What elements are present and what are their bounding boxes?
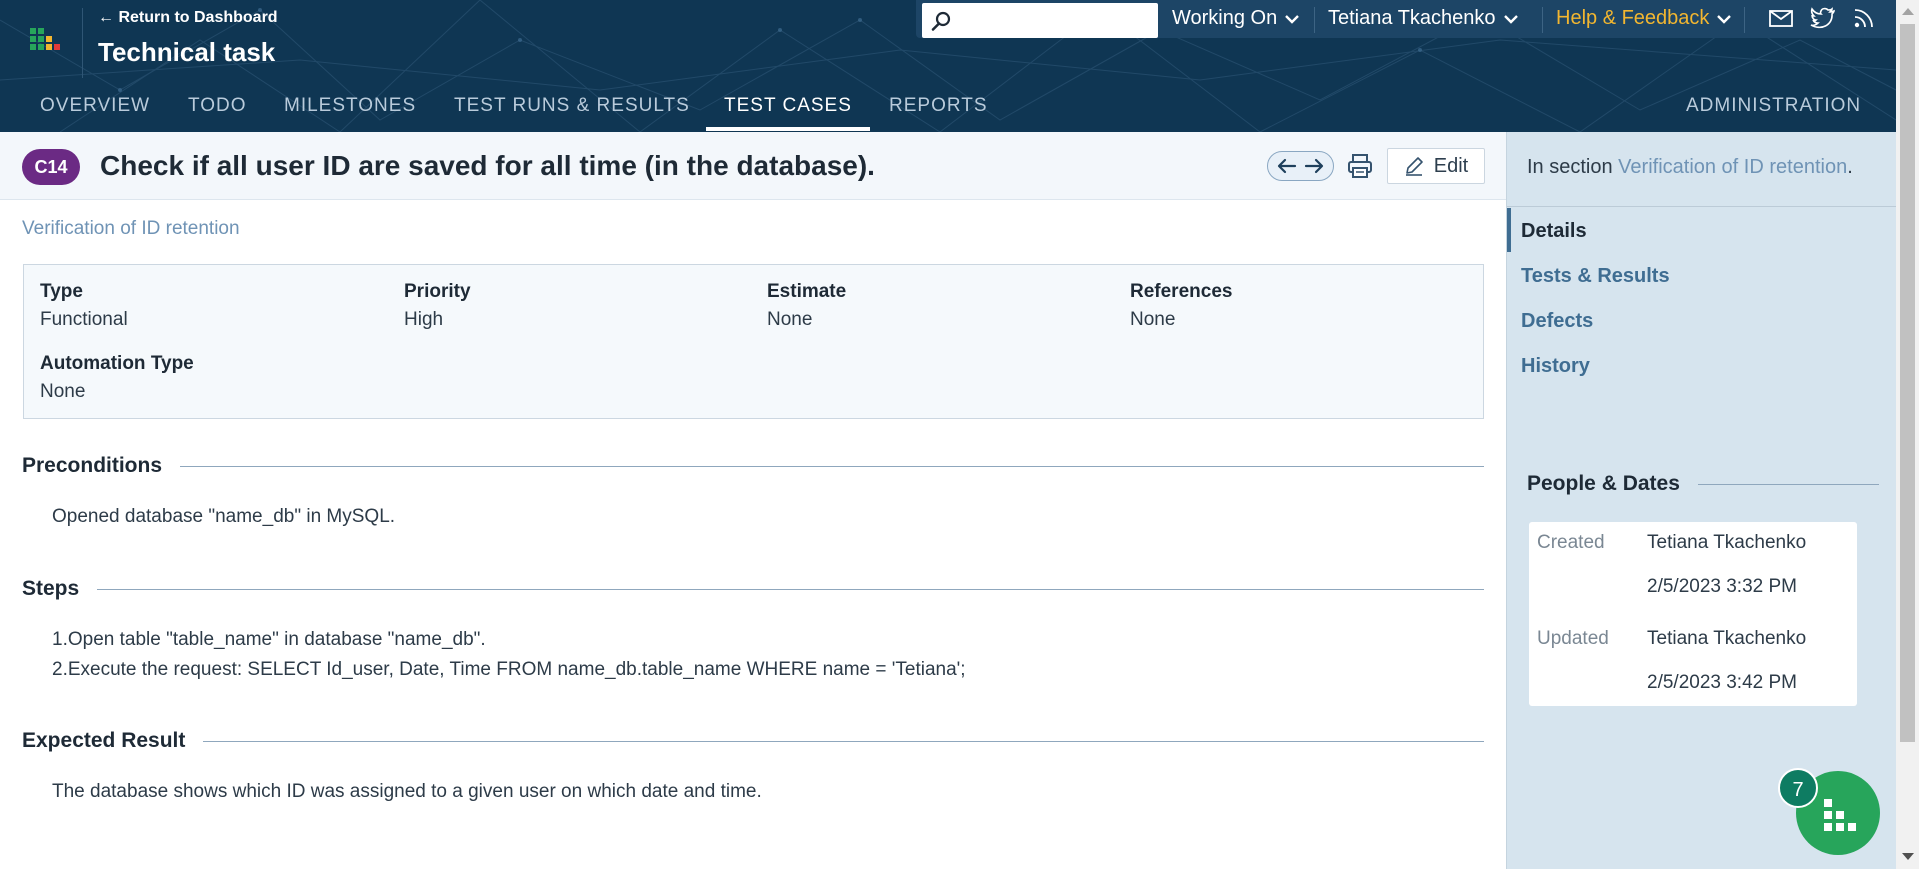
in-section-prefix: In section xyxy=(1527,156,1613,178)
field-estimate-value: None xyxy=(767,309,813,330)
expected-result-heading-text: Expected Result xyxy=(22,729,186,752)
step-item: 1.Open table "table_name" in database "n… xyxy=(52,629,486,650)
scroll-down-arrow-icon[interactable] xyxy=(1902,853,1914,860)
tab-milestones[interactable]: MILESTONES xyxy=(284,95,416,131)
sidebar-item-details[interactable]: Details xyxy=(1521,220,1587,243)
rss-icon[interactable] xyxy=(1852,6,1878,30)
chevron-down-icon xyxy=(1717,14,1732,24)
field-references-label: References xyxy=(1130,281,1233,302)
in-section-text: In section Verification of ID retention. xyxy=(1527,156,1853,179)
case-title: Check if all user ID are saved for all t… xyxy=(100,150,875,181)
edit-button[interactable]: Edit xyxy=(1387,148,1485,184)
main-navigation: OVERVIEW TODO MILESTONES TEST RUNS & RES… xyxy=(0,88,1896,132)
field-estimate-label: Estimate xyxy=(767,281,847,302)
page-scrollbar[interactable] xyxy=(1896,0,1919,869)
updated-at: 2/5/2023 3:42 PM xyxy=(1647,672,1797,693)
field-references-value: None xyxy=(1130,309,1176,330)
field-type-value: Functional xyxy=(40,309,128,330)
updated-by: Tetiana Tkachenko xyxy=(1647,628,1807,649)
section-divider xyxy=(203,740,1484,742)
created-at: 2/5/2023 3:32 PM xyxy=(1647,576,1797,597)
section-divider xyxy=(97,588,1484,590)
top-bar-divider xyxy=(1542,7,1543,33)
tab-reports[interactable]: REPORTS xyxy=(889,95,988,131)
working-on-dropdown[interactable]: Working On xyxy=(1172,7,1300,30)
project-title[interactable]: Technical task xyxy=(98,37,275,68)
active-nav-indicator xyxy=(1507,208,1511,252)
field-type-label: Type xyxy=(40,281,83,302)
field-priority-label: Priority xyxy=(404,281,471,302)
expected-result-text: The database shows which ID was assigned… xyxy=(52,781,762,802)
steps-heading-text: Steps xyxy=(22,577,80,600)
help-feedback-label: Help & Feedback xyxy=(1556,7,1710,29)
right-sidebar: In section Verification of ID retention.… xyxy=(1506,132,1897,869)
field-references: References None xyxy=(1130,281,1232,331)
people-dates-card: Created Tetiana Tkachenko 2/5/2023 3:32 … xyxy=(1529,522,1857,706)
app-header: ← Return to Dashboard Technical task Wor… xyxy=(0,0,1896,132)
preconditions-heading-text: Preconditions xyxy=(22,454,163,477)
field-automation-type-value: None xyxy=(40,381,86,402)
field-priority: Priority High xyxy=(404,281,471,331)
step-item: 2.Execute the request: SELECT Id_user, D… xyxy=(52,659,966,680)
section-divider xyxy=(180,465,1484,467)
in-section-link[interactable]: Verification of ID retention xyxy=(1618,156,1847,178)
tab-test-runs-results[interactable]: TEST RUNS & RESULTS xyxy=(454,95,690,131)
top-bar-divider xyxy=(1314,7,1315,33)
tab-administration[interactable]: ADMINISTRATION xyxy=(1686,95,1861,131)
pencil-icon xyxy=(1405,157,1423,176)
people-dates-heading-text: People & Dates xyxy=(1527,472,1680,495)
logo-divider xyxy=(82,8,83,78)
preconditions-text: Opened database "name_db" in MySQL. xyxy=(52,506,396,527)
section-divider xyxy=(1697,483,1879,485)
steps-heading: Steps xyxy=(22,577,1484,601)
search-icon xyxy=(931,11,951,31)
edit-button-label: Edit xyxy=(1433,154,1469,177)
twitter-icon[interactable] xyxy=(1810,6,1836,30)
updated-label: Updated xyxy=(1537,628,1609,649)
search-input[interactable] xyxy=(922,3,1158,38)
case-navigation-arrows xyxy=(1267,151,1334,181)
case-id-badge: C14 xyxy=(22,149,80,185)
help-feedback-dropdown[interactable]: Help & Feedback xyxy=(1556,7,1732,30)
scrollbar-thumb[interactable] xyxy=(1900,24,1915,742)
case-title-bar: C14 Check if all user ID are saved for a… xyxy=(0,132,1506,200)
field-priority-value: High xyxy=(404,309,444,330)
widget-grid-icon xyxy=(1824,799,1856,831)
top-bar-divider xyxy=(1744,7,1745,33)
sidebar-divider xyxy=(1507,206,1897,207)
chevron-down-icon xyxy=(1285,14,1300,24)
field-type: Type Functional xyxy=(40,281,128,331)
user-name: Tetiana Tkachenko xyxy=(1328,7,1496,29)
tab-overview[interactable]: OVERVIEW xyxy=(40,95,150,131)
logo-icon[interactable] xyxy=(28,26,64,62)
chevron-down-icon xyxy=(1503,14,1518,24)
arrow-left-icon[interactable] xyxy=(1277,158,1297,174)
created-label: Created xyxy=(1537,532,1605,553)
field-automation-type: Automation Type None xyxy=(40,353,194,403)
field-automation-type-label: Automation Type xyxy=(40,353,194,374)
people-dates-heading: People & Dates xyxy=(1527,472,1879,496)
steps-list: 1.Open table "table_name" in database "n… xyxy=(52,625,966,685)
notification-count-badge[interactable]: 7 xyxy=(1778,768,1818,808)
tab-todo[interactable]: TODO xyxy=(188,95,247,131)
sidebar-item-defects[interactable]: Defects xyxy=(1521,310,1593,333)
print-icon[interactable] xyxy=(1346,152,1374,180)
working-on-label: Working On xyxy=(1172,7,1278,29)
test-case-content: C14 Check if all user ID are saved for a… xyxy=(0,132,1506,869)
sidebar-item-tests-results[interactable]: Tests & Results xyxy=(1521,265,1670,288)
in-section-suffix: . xyxy=(1847,156,1853,178)
user-menu-dropdown[interactable]: Tetiana Tkachenko xyxy=(1328,7,1518,30)
tab-test-cases[interactable]: TEST CASES xyxy=(706,95,870,131)
field-estimate: Estimate None xyxy=(767,281,846,331)
sidebar-item-history[interactable]: History xyxy=(1521,355,1590,378)
case-fields-panel: Type Functional Priority High Estimate N… xyxy=(23,264,1484,419)
created-by: Tetiana Tkachenko xyxy=(1647,532,1807,553)
preconditions-heading: Preconditions xyxy=(22,454,1484,478)
expected-result-heading: Expected Result xyxy=(22,729,1484,753)
case-section-link[interactable]: Verification of ID retention xyxy=(22,218,240,240)
mail-icon[interactable] xyxy=(1768,6,1794,30)
scroll-up-arrow-icon[interactable] xyxy=(1902,8,1914,15)
return-to-dashboard-link[interactable]: ← Return to Dashboard xyxy=(98,9,278,27)
arrow-right-icon[interactable] xyxy=(1304,158,1324,174)
